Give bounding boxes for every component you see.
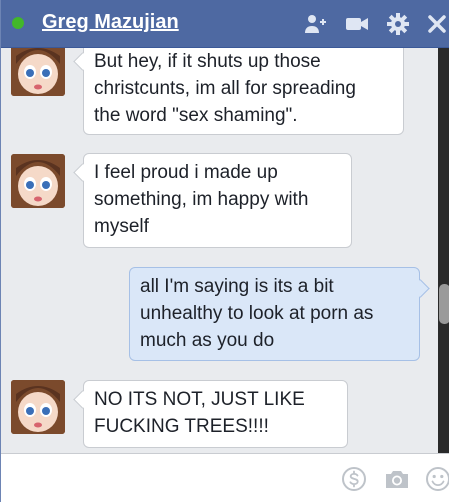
message-input[interactable] [9, 460, 333, 496]
video-call-icon[interactable] [345, 12, 369, 36]
contact-avatar[interactable] [11, 380, 65, 434]
message-bubble-incoming: But hey, if it shuts up those christcunt… [83, 48, 404, 135]
emoji-icon[interactable] [425, 466, 449, 492]
camera-icon[interactable] [384, 466, 410, 492]
message-bubble-incoming: I feel proud i made up something, im hap… [83, 153, 352, 248]
contact-avatar[interactable] [11, 48, 65, 96]
chat-titlebar: Greg Mazujian [1, 0, 449, 48]
contact-name-link[interactable]: Greg Mazujian [42, 11, 179, 34]
message-text: I feel proud i made up something, im hap… [94, 162, 309, 237]
conversation-area[interactable]: But hey, if it shuts up those christcunt… [1, 48, 438, 453]
message-text: But hey, if it shuts up those christcunt… [94, 51, 356, 126]
message-bubble-incoming: NO ITS NOT, JUST LIKE FUCKING TREES!!!! [83, 380, 348, 448]
message-text: all I'm saying is its a bit unhealthy to… [140, 276, 374, 351]
chat-window: Greg Mazujian But hey, if it shuts up th… [0, 0, 449, 502]
scrollbar-thumb[interactable] [439, 284, 449, 324]
message-composer [1, 453, 449, 502]
close-icon[interactable] [425, 12, 449, 36]
conversation-scrollbar[interactable] [438, 48, 449, 453]
add-user-icon[interactable] [303, 12, 327, 36]
gear-icon[interactable] [386, 12, 410, 36]
message-text: NO ITS NOT, JUST LIKE FUCKING TREES!!!! [94, 389, 305, 437]
online-status-dot [12, 17, 24, 29]
contact-avatar[interactable] [11, 154, 65, 208]
message-bubble-outgoing: all I'm saying is its a bit unhealthy to… [129, 267, 420, 361]
payment-icon[interactable] [341, 466, 367, 492]
